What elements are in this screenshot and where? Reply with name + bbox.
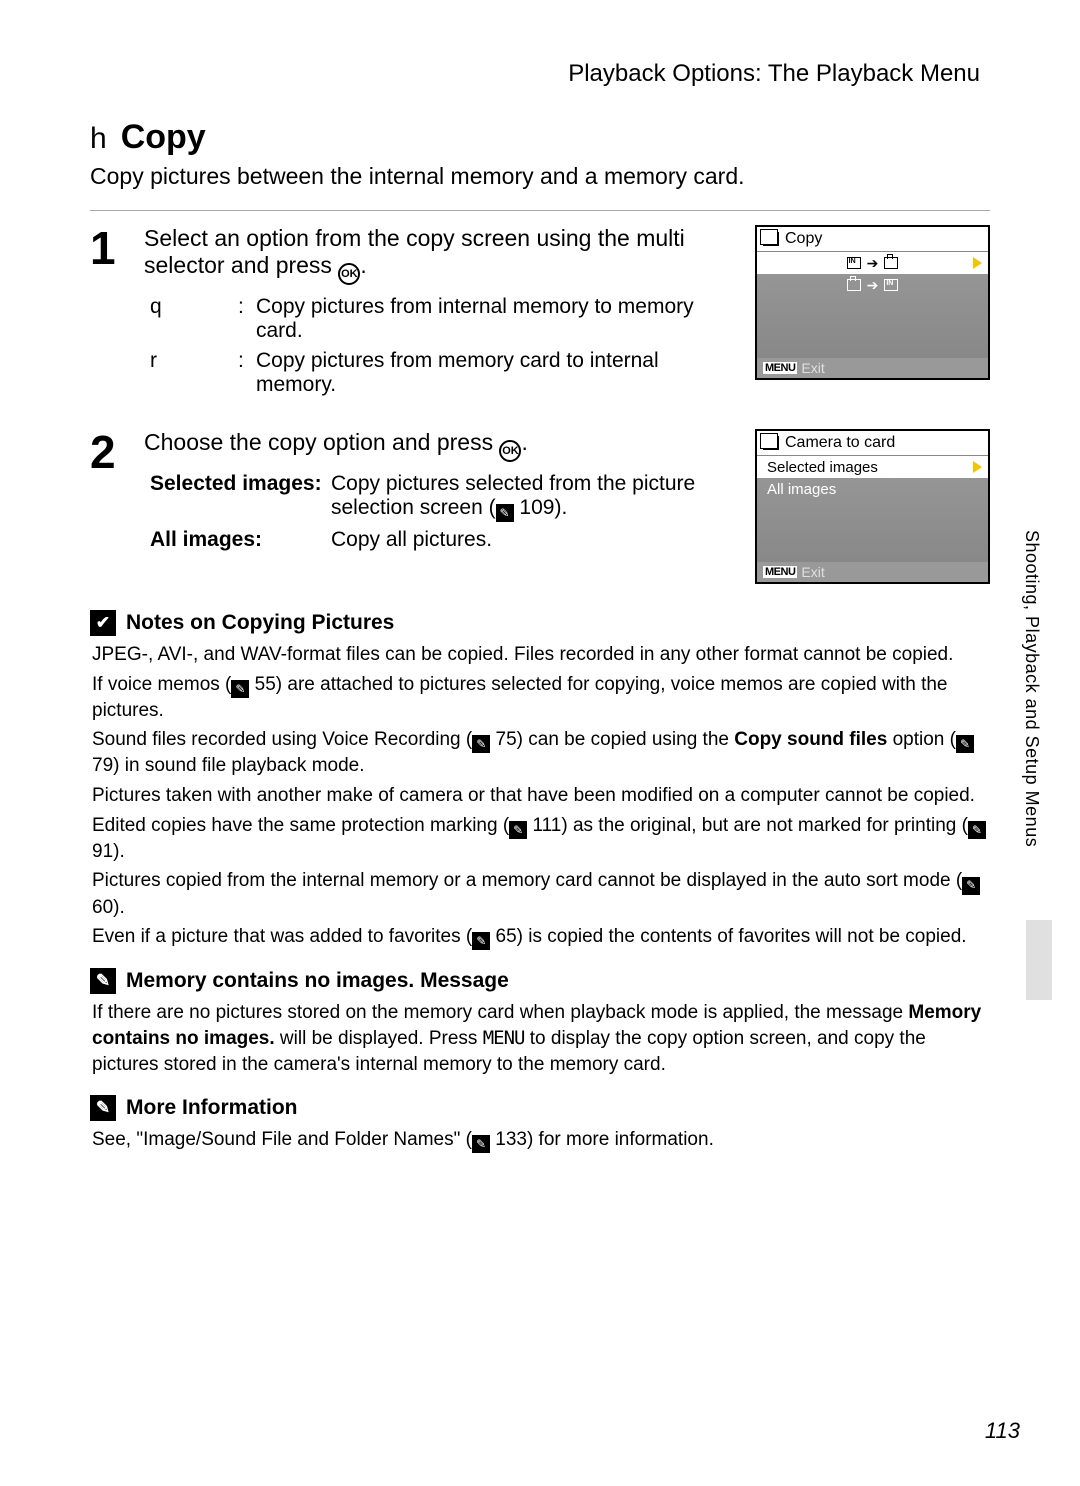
screen-row-all-images: All images [757, 478, 988, 500]
note-p1: JPEG-, AVI-, and WAV-format files can be… [92, 642, 990, 668]
lcd-screen-copy: Copy ➔ ➔ MENU Exit [755, 225, 990, 380]
caution-icon: ✔ [90, 610, 116, 636]
ok-button-icon: OK [338, 263, 360, 285]
notes-copying: ✔ Notes on Copying Pictures JPEG-, AVI-,… [90, 610, 990, 950]
screen-footer: MENU Exit [757, 562, 988, 582]
note-title: Notes on Copying Pictures [126, 611, 394, 635]
card-icon [884, 257, 898, 269]
internal-memory-icon [847, 257, 861, 269]
lcd-screen-camera-to-card: Camera to card Selected images All image… [755, 429, 990, 584]
step-1: 1 Select an option from the copy screen … [90, 225, 990, 403]
section-header: Playback Options: The Playback Menu [90, 60, 980, 88]
step-number: 1 [90, 225, 124, 403]
screen-footer: MENU Exit [757, 358, 988, 378]
manual-page: Playback Options: The Playback Menu h Co… [0, 0, 1080, 1486]
step-number: 2 [90, 429, 124, 584]
step-1-heading: Select an option from the copy screen us… [144, 225, 737, 285]
page-ref-icon: ✎ [968, 821, 986, 839]
copy-section-icon: h [90, 122, 107, 156]
note-title: More Information [126, 1096, 298, 1120]
arrow-right-icon: ➔ [867, 255, 879, 272]
note-p2: If voice memos (✎ 55) are attached to pi… [92, 672, 990, 724]
notes-more-info: ✎ More Information See, "Image/Sound Fil… [90, 1095, 990, 1153]
step-2: 2 Choose the copy option and press OK. S… [90, 429, 990, 584]
page-ref-icon: ✎ [496, 504, 514, 522]
page-number: 113 [985, 1418, 1020, 1444]
arrow-right-icon: ➔ [867, 277, 879, 294]
screen-title: Copy [757, 227, 988, 252]
note-title: Memory contains no images. Message [126, 969, 509, 993]
screen-row-card-to-mem: ➔ [757, 274, 988, 296]
def-selected-images: Selected images: Copy pictures selected … [144, 472, 737, 522]
def-all-images: All images: Copy all pictures. [144, 528, 737, 552]
screen-title: Camera to card [757, 431, 988, 456]
note-p5: Edited copies have the same protection m… [92, 813, 990, 865]
card-icon [847, 279, 861, 291]
page-ref-icon: ✎ [472, 932, 490, 950]
copy-icon [763, 232, 779, 246]
note-memory-text: If there are no pictures stored on the m… [92, 1000, 990, 1077]
notes-no-images: ✎ Memory contains no images. Message If … [90, 968, 990, 1077]
side-chapter-label: Shooting, Playback and Setup Menus [1021, 530, 1042, 847]
option-r: r : Copy pictures from memory card to in… [144, 349, 737, 397]
page-title-row: h Copy [90, 118, 990, 157]
page-ref-icon: ✎ [472, 735, 490, 753]
step-2-heading: Choose the copy option and press OK. [144, 429, 737, 462]
side-tab [1026, 920, 1052, 1000]
page-ref-icon: ✎ [956, 735, 974, 753]
pencil-icon: ✎ [90, 968, 116, 994]
screen-row-mem-to-card: ➔ [757, 252, 988, 274]
ok-button-icon: OK [499, 440, 521, 462]
info-icon: ✎ [90, 1095, 116, 1121]
note-more-info-text: See, "Image/Sound File and Folder Names"… [92, 1127, 990, 1153]
internal-memory-icon [884, 279, 898, 291]
note-p3: Sound files recorded using Voice Recordi… [92, 727, 990, 779]
page-ref-icon: ✎ [472, 1135, 490, 1153]
divider [90, 210, 990, 211]
copy-icon [763, 436, 779, 450]
page-ref-icon: ✎ [509, 821, 527, 839]
menu-button-icon: MENU [763, 362, 797, 374]
page-ref-icon: ✎ [962, 877, 980, 895]
page-title: Copy [121, 118, 206, 157]
note-p4: Pictures taken with another make of came… [92, 783, 990, 809]
page-ref-icon: ✎ [231, 680, 249, 698]
note-p6: Pictures copied from the internal memory… [92, 868, 990, 920]
intro-text: Copy pictures between the internal memor… [90, 163, 990, 190]
option-q: q : Copy pictures from internal memory t… [144, 295, 737, 343]
screen-row-selected-images: Selected images [757, 456, 988, 478]
menu-button-icon: MENU [763, 566, 797, 578]
note-p7: Even if a picture that was added to favo… [92, 924, 990, 950]
